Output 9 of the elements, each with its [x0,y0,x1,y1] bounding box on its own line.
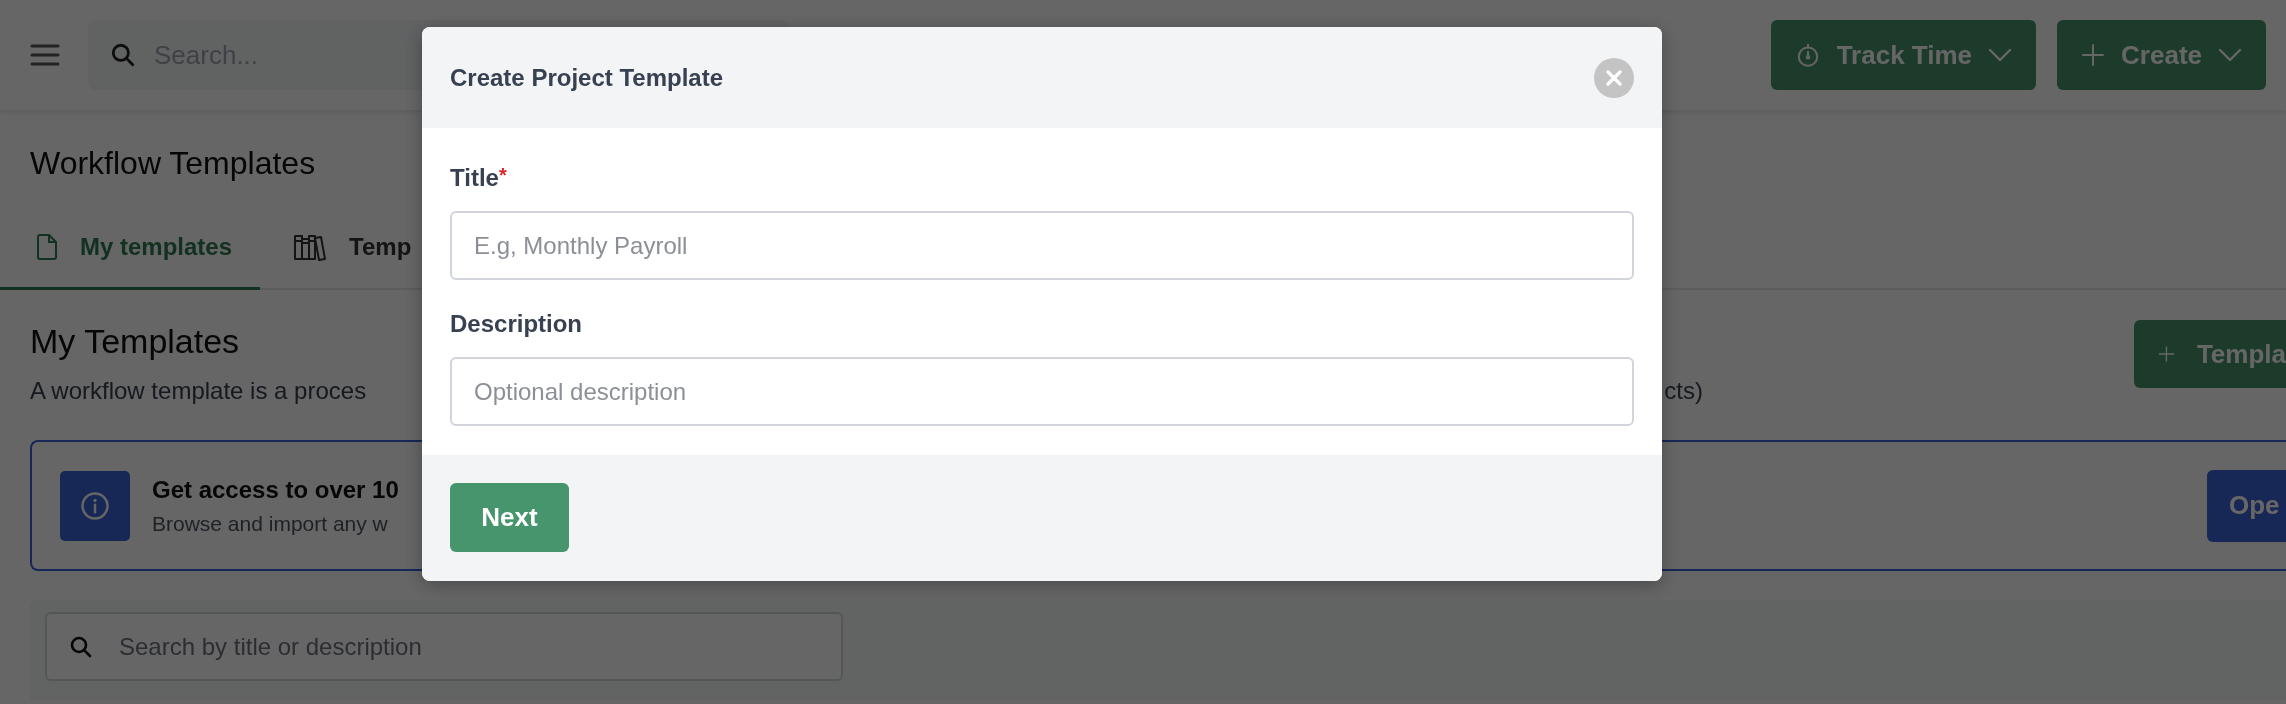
section-description: cts) [1664,377,1703,405]
section-description: A workflow template is a proces [30,377,367,405]
banner-title: Get access to over 10 [152,475,399,504]
modal-title: Create Project Template [450,63,723,92]
banner-text: Browse and import any w [152,511,388,536]
section-title: My Templates [30,321,240,361]
field-label: Title* [450,164,507,193]
field-label: Description [450,310,583,339]
page-title: Workflow Templates [30,144,316,183]
